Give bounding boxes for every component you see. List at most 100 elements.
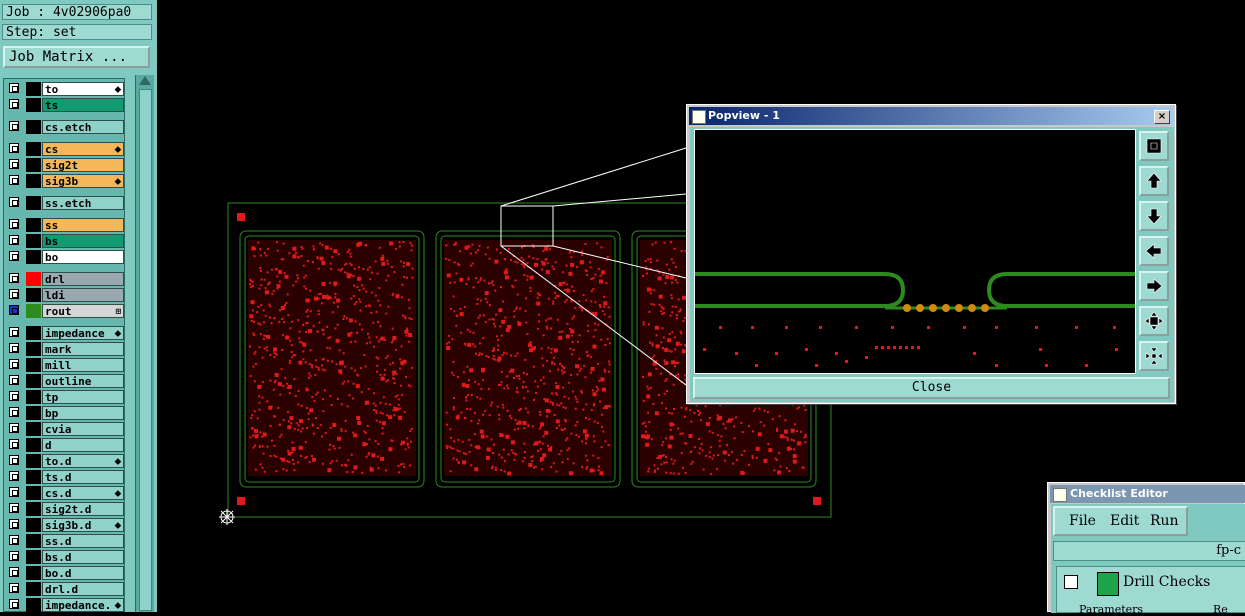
zoom-in-button[interactable] (1139, 306, 1169, 336)
layer-row-bs-d[interactable]: bs.d (6, 550, 126, 564)
zoom-fit-button[interactable] (1139, 131, 1169, 161)
layer-list-scrollbar[interactable] (135, 75, 154, 612)
checklist-item[interactable]: Drill Checks Parameters Re (1056, 566, 1245, 615)
layer-color-swatch[interactable] (26, 470, 41, 484)
layer-checkbox[interactable] (9, 273, 19, 283)
layer-color-swatch[interactable] (26, 98, 41, 112)
layer-row-cs-etch[interactable]: cs.etch (6, 120, 126, 134)
pan-up-button[interactable] (1139, 166, 1169, 196)
layer-name[interactable]: impedance. ⬥ (42, 598, 124, 612)
layer-row-impedance[interactable]: impedance ⬥ (6, 326, 126, 340)
layer-color-swatch[interactable] (26, 406, 41, 420)
layer-checkbox[interactable] (9, 121, 19, 131)
layer-color-swatch[interactable] (26, 196, 41, 210)
layer-row-outline[interactable]: outline (6, 374, 126, 388)
layer-row-ldi[interactable]: ldi (6, 288, 126, 302)
layer-name[interactable]: sig2t.d (42, 502, 124, 516)
scrollbar-track[interactable] (139, 89, 152, 611)
layer-checkbox[interactable] (9, 235, 19, 245)
layer-row-ts[interactable]: ts (6, 98, 126, 112)
layer-row-drl-d[interactable]: drl.d (6, 582, 126, 596)
layer-name[interactable]: ts.d (42, 470, 124, 484)
menu-edit[interactable]: Edit (1110, 508, 1139, 534)
layer-color-swatch[interactable] (26, 566, 41, 580)
checklist-titlebar[interactable]: Checklist Editor (1050, 485, 1245, 503)
layer-name[interactable]: bs.d (42, 550, 124, 564)
layer-name[interactable]: tp (42, 390, 124, 404)
tab-re[interactable]: Re (1213, 604, 1228, 615)
layer-row-rout[interactable]: rout ⊞ (6, 304, 126, 318)
layer-checkbox[interactable] (9, 159, 19, 169)
layer-checkbox[interactable] (9, 143, 19, 153)
layer-row-cs[interactable]: cs ⬥ (6, 142, 126, 156)
layer-name[interactable]: mark (42, 342, 124, 356)
layer-checkbox[interactable] (9, 197, 19, 207)
layer-row-impedance-[interactable]: impedance. ⬥ (6, 598, 126, 612)
menu-run[interactable]: Run (1150, 508, 1179, 534)
layer-color-swatch[interactable] (26, 534, 41, 548)
layer-color-swatch[interactable] (26, 234, 41, 248)
layer-name[interactable]: cs ⬥ (42, 142, 124, 156)
layer-row-to[interactable]: to ⬥ (6, 82, 126, 96)
pan-down-button[interactable] (1139, 201, 1169, 231)
layer-color-swatch[interactable] (26, 82, 41, 96)
layer-checkbox[interactable] (9, 407, 19, 417)
scroll-up-icon[interactable] (139, 76, 151, 85)
layer-color-swatch[interactable] (26, 342, 41, 356)
layer-checkbox[interactable] (9, 455, 19, 465)
layer-row-bo-d[interactable]: bo.d (6, 566, 126, 580)
layer-row-to-d[interactable]: to.d ⬥ (6, 454, 126, 468)
layer-checkbox[interactable] (9, 99, 19, 109)
layer-color-swatch[interactable] (26, 358, 41, 372)
layer-checkbox[interactable] (9, 375, 19, 385)
layer-checkbox[interactable] (9, 551, 19, 561)
layer-name[interactable]: outline (42, 374, 124, 388)
layer-color-swatch[interactable] (26, 390, 41, 404)
layer-checkbox[interactable] (9, 583, 19, 593)
layer-row-ss-etch[interactable]: ss.etch (6, 196, 126, 210)
pan-right-button[interactable] (1139, 271, 1169, 301)
layer-color-swatch[interactable] (26, 218, 41, 232)
layer-row-bs[interactable]: bs (6, 234, 126, 248)
layer-row-ts-d[interactable]: ts.d (6, 470, 126, 484)
layer-row-cs-d[interactable]: cs.d ⬥ (6, 486, 126, 500)
layer-checkbox[interactable] (9, 439, 19, 449)
layer-color-swatch[interactable] (26, 374, 41, 388)
layer-checkbox[interactable] (9, 83, 19, 93)
layer-color-swatch[interactable] (26, 502, 41, 516)
job-matrix-button[interactable]: Job Matrix ... (3, 46, 150, 68)
layer-name[interactable]: ts (42, 98, 124, 112)
layer-checkbox[interactable] (9, 175, 19, 185)
layer-name[interactable]: drl.d (42, 582, 124, 596)
layer-color-swatch[interactable] (26, 158, 41, 172)
layer-row-mill[interactable]: mill (6, 358, 126, 372)
close-button[interactable]: Close (693, 377, 1170, 399)
layer-name[interactable]: ss (42, 218, 124, 232)
layer-name[interactable]: ldi (42, 288, 124, 302)
layer-color-swatch[interactable] (26, 582, 41, 596)
popview-canvas[interactable] (694, 129, 1136, 374)
layer-checkbox[interactable] (9, 327, 19, 337)
layer-color-swatch[interactable] (26, 272, 41, 286)
layer-name[interactable]: to.d ⬥ (42, 454, 124, 468)
layer-checkbox[interactable] (9, 251, 19, 261)
layer-row-tp[interactable]: tp (6, 390, 126, 404)
layer-checkbox[interactable] (9, 219, 19, 229)
layer-name[interactable]: drl (42, 272, 124, 286)
layer-color-swatch[interactable] (26, 550, 41, 564)
layer-name[interactable]: bs (42, 234, 124, 248)
layer-color-swatch[interactable] (26, 326, 41, 340)
layer-color-swatch[interactable] (26, 142, 41, 156)
layer-color-swatch[interactable] (26, 304, 41, 318)
layer-name[interactable]: sig3b.d ⬥ (42, 518, 124, 532)
layer-row-d[interactable]: d (6, 438, 126, 452)
layer-checkbox[interactable] (9, 487, 19, 497)
layer-name[interactable]: cvia (42, 422, 124, 436)
layer-color-swatch[interactable] (26, 250, 41, 264)
layer-checkbox[interactable] (9, 599, 19, 609)
layer-name[interactable]: mill (42, 358, 124, 372)
layer-row-ss[interactable]: ss (6, 218, 126, 232)
layer-row-bp[interactable]: bp (6, 406, 126, 420)
layer-checkbox[interactable] (9, 343, 19, 353)
layer-name[interactable]: sig2t (42, 158, 124, 172)
